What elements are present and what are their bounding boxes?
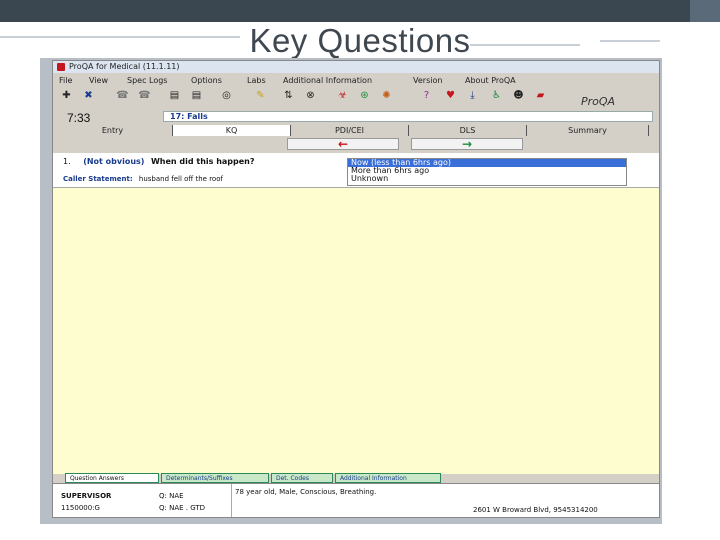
status-case-number: 1150000:G bbox=[61, 504, 100, 512]
add-icon[interactable]: ✚ bbox=[59, 89, 74, 103]
status-address: 2601 W Broward Blvd, 9545314200 bbox=[473, 506, 598, 514]
target-icon[interactable]: ◎ bbox=[219, 89, 234, 103]
tab-kq[interactable]: KQ bbox=[173, 125, 291, 136]
download-icon[interactable]: ⤓ bbox=[465, 89, 480, 103]
tab-summary[interactable]: Summary bbox=[527, 125, 649, 136]
question-qualifier: (Not obvious) bbox=[83, 157, 145, 166]
back-arrow-icon: ← bbox=[337, 137, 349, 151]
cancel-icon[interactable]: ✖ bbox=[81, 89, 96, 103]
stop-icon[interactable]: ⊗ bbox=[303, 89, 318, 103]
bulb-icon[interactable]: ✎ bbox=[253, 89, 268, 103]
help-icon[interactable]: ? bbox=[419, 89, 434, 103]
status-q1: Q: NAE bbox=[159, 492, 184, 500]
status-q2: Q: NAE . GTD bbox=[159, 504, 206, 512]
tab-question-answers[interactable]: Question Answers bbox=[65, 473, 159, 483]
toolbar: ✚ ✖ ☎ ☎ ▤ ▤ ◎ ✎ ⇅ ⊗ ☣ ⊛ ✺? ♥ ⤓ ♿ ☻ ▰ bbox=[53, 88, 659, 106]
car-icon[interactable]: ▰ bbox=[533, 89, 548, 103]
status-bar: SUPERVISOR 1150000:G Q: NAE Q: NAE . GTD… bbox=[53, 483, 659, 517]
phone-alt-icon[interactable]: ☎ bbox=[137, 89, 152, 103]
question: 1. (Not obvious) When did this happen? bbox=[63, 157, 255, 166]
menu-additional-information[interactable]: Additional Information bbox=[283, 75, 372, 87]
question-text: When did this happen? bbox=[150, 157, 255, 166]
menu-version[interactable]: Version bbox=[413, 75, 442, 87]
menu-options[interactable]: Options bbox=[191, 75, 222, 87]
menu-about[interactable]: About ProQA bbox=[465, 75, 516, 87]
bottom-tabs: Question Answers Determinants/Suffixes D… bbox=[53, 473, 659, 483]
caller-statement-text: husband fell off the roof bbox=[138, 175, 223, 183]
document-alt-icon[interactable]: ▤ bbox=[189, 89, 204, 103]
app-icon bbox=[57, 63, 65, 71]
protocol-tabs: Entry KQ PDI/CEI DLS Summary bbox=[53, 125, 659, 136]
tab-entry[interactable]: Entry bbox=[53, 125, 173, 136]
caller-statement: Caller Statement: husband fell off the r… bbox=[63, 175, 223, 183]
tab-det-codes[interactable]: Det. Codes bbox=[271, 473, 333, 483]
window-title: ProQA for Medical (11.1.11) bbox=[69, 62, 180, 71]
tab-pdi-cei[interactable]: PDI/CEI bbox=[291, 125, 409, 136]
hazard-icon[interactable]: ☣ bbox=[335, 89, 350, 103]
heart-icon[interactable]: ♥ bbox=[443, 89, 458, 103]
menu-spec-logs[interactable]: Spec Logs bbox=[127, 75, 167, 87]
phone-icon[interactable]: ☎ bbox=[115, 89, 130, 103]
proqa-window: ProQA for Medical (11.1.11) File View Sp… bbox=[52, 60, 660, 518]
slide-top-bar bbox=[0, 0, 720, 22]
menu-file[interactable]: File bbox=[59, 75, 72, 87]
protocol-field[interactable]: 17: Falls bbox=[163, 111, 653, 122]
status-divider bbox=[231, 484, 232, 517]
caller-statement-label: Caller Statement: bbox=[63, 175, 133, 183]
forward-arrow-icon: → bbox=[461, 137, 473, 151]
tab-additional-information[interactable]: Additional Information bbox=[335, 473, 441, 483]
answer-option[interactable]: Unknown bbox=[348, 175, 626, 183]
nav-bar: ← → bbox=[53, 137, 659, 151]
smiley-icon[interactable]: ☻ bbox=[511, 89, 526, 103]
back-button[interactable]: ← bbox=[287, 138, 399, 150]
slide-title: Key Questions bbox=[249, 22, 471, 59]
call-timer: 7:33 bbox=[67, 111, 91, 125]
person-icon[interactable]: ♿ bbox=[489, 89, 504, 103]
menu-view[interactable]: View bbox=[89, 75, 108, 87]
forward-button[interactable]: → bbox=[411, 138, 523, 150]
tab-determinants-suffixes[interactable]: Determinants/Suffixes bbox=[161, 473, 269, 483]
globe-icon[interactable]: ⊛ bbox=[357, 89, 372, 103]
fire-icon[interactable]: ✺ bbox=[379, 89, 394, 103]
slide-top-bar-accent bbox=[690, 0, 720, 22]
status-user: SUPERVISOR bbox=[61, 492, 112, 500]
answer-list[interactable]: Now (less than 6hrs ago) More than 6hrs … bbox=[347, 158, 627, 186]
workspace-panel bbox=[53, 187, 659, 474]
answer-option[interactable]: More than 6hrs ago bbox=[348, 167, 626, 175]
proqa-logo: ProQA bbox=[581, 95, 616, 108]
menu-labs[interactable]: Labs bbox=[247, 75, 266, 87]
menu-bar: File View Spec Logs Options Labs Additio… bbox=[53, 75, 659, 87]
tab-dls[interactable]: DLS bbox=[409, 125, 527, 136]
swap-icon[interactable]: ⇅ bbox=[281, 89, 296, 103]
document-icon[interactable]: ▤ bbox=[167, 89, 182, 103]
status-summary: 78 year old, Male, Conscious, Breathing. bbox=[235, 488, 377, 496]
window-titlebar: ProQA for Medical (11.1.11) bbox=[53, 61, 659, 73]
question-number: 1. bbox=[63, 157, 71, 166]
